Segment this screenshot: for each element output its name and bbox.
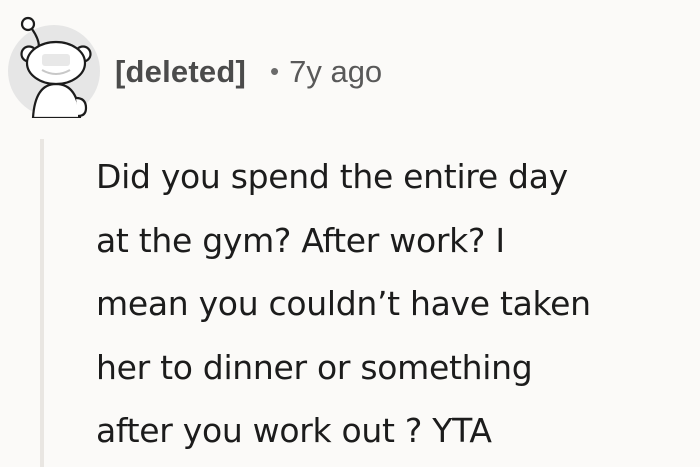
comment-timestamp[interactable]: 7y ago (289, 54, 382, 90)
comment: [deleted] • 7y ago Did you spend the ent… (0, 0, 700, 467)
comment-body: Did you spend the entire day at the gym?… (96, 157, 591, 450)
author-username[interactable]: [deleted] (115, 54, 246, 90)
comment-meta: [deleted] • 7y ago (115, 44, 382, 100)
thread-line[interactable] (40, 139, 44, 467)
meta-separator: • (269, 55, 280, 86)
snoo-avatar-icon[interactable] (8, 14, 108, 120)
